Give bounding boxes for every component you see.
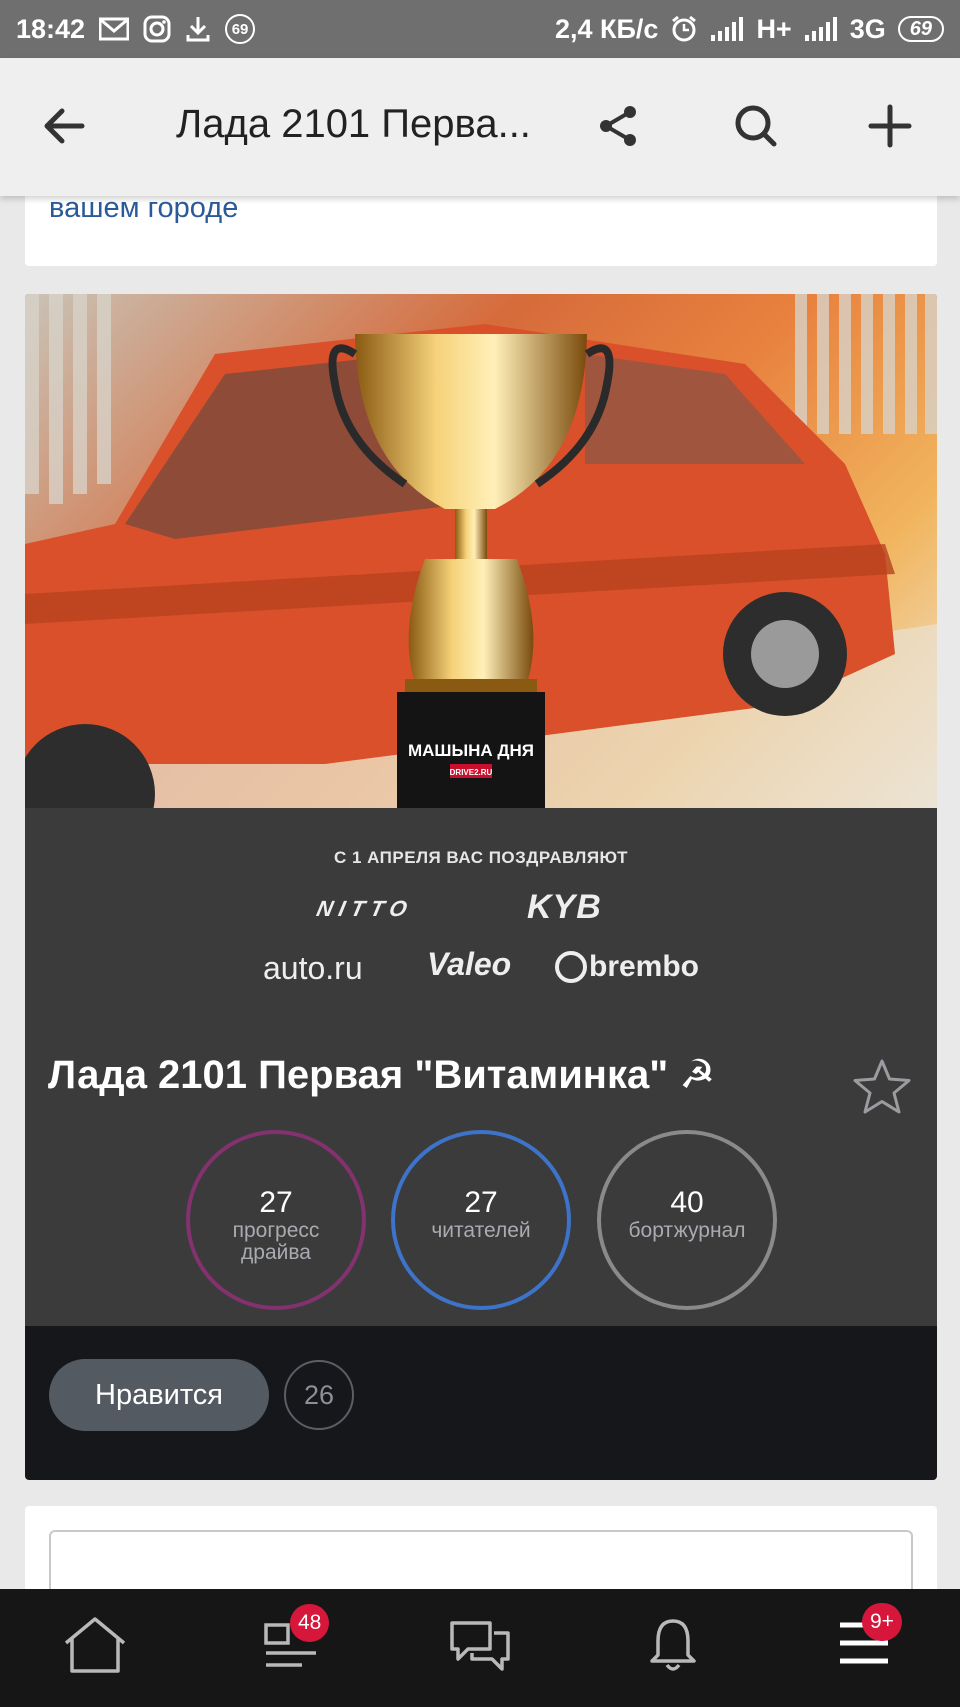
like-count: 26 xyxy=(284,1360,354,1430)
congrats-header: С 1 АПРЕЛЯ ВАС ПОЗДРАВЛЯЮТ xyxy=(333,848,629,867)
notification-count-icon: 69 xyxy=(225,14,256,44)
network-type-h: H+ xyxy=(756,13,792,44)
app-bar: Лада 2101 Перва... xyxy=(0,58,960,196)
home-icon[interactable] xyxy=(62,1615,128,1680)
nitto-logo[interactable]: NITTO xyxy=(314,896,415,922)
stat-label: прогресс драйва xyxy=(232,1219,320,1264)
signal-icon-2 xyxy=(804,17,838,41)
stat-value: 27 xyxy=(259,1186,293,1219)
readers-stat[interactable]: 27 читателей xyxy=(391,1130,571,1310)
logbook-stat[interactable]: 40 бортжурнал xyxy=(597,1130,777,1310)
trophy-site: DRIVE2.RU xyxy=(450,768,493,777)
city-link[interactable]: вашем городе xyxy=(49,192,238,225)
bottom-navigation: 48 9+ xyxy=(0,1589,960,1707)
stat-value: 27 xyxy=(464,1186,498,1219)
instagram-icon xyxy=(143,15,171,43)
network-type-3g: 3G xyxy=(849,13,886,44)
like-button[interactable]: Нравится xyxy=(49,1359,269,1431)
autoru-logo[interactable]: auto.ru xyxy=(263,950,363,987)
stat-label: читателей xyxy=(431,1219,531,1242)
alarm-icon xyxy=(670,15,698,43)
brembo-logo[interactable]: brembo xyxy=(555,950,699,984)
signal-icon xyxy=(710,17,744,41)
battery-icon: 69 xyxy=(897,16,944,42)
download-icon xyxy=(185,15,211,43)
mail-icon xyxy=(99,17,130,41)
car-photo-illustration: МАШЫНА ДНЯ DRIVE2.RU xyxy=(25,294,937,808)
search-icon[interactable] xyxy=(732,102,780,155)
back-arrow-icon[interactable] xyxy=(40,102,88,155)
status-bar: 18:42 69 2,4 КБ/с H+ 3G 69 xyxy=(0,0,960,58)
status-time: 18:42 xyxy=(16,13,86,44)
star-icon[interactable] xyxy=(852,1058,912,1121)
page-title: Лада 2101 Перва... xyxy=(176,102,531,146)
stat-value: 40 xyxy=(670,1186,704,1219)
messages-icon[interactable] xyxy=(448,1615,512,1680)
car-of-the-day-image[interactable]: МАШЫНА ДНЯ DRIVE2.RU xyxy=(25,294,937,808)
feed-badge: 48 xyxy=(290,1604,330,1642)
notifications-bell-icon[interactable] xyxy=(648,1615,698,1678)
page: 18:42 69 2,4 КБ/с H+ 3G 69 вашем городе … xyxy=(0,0,960,1707)
car-title: Лада 2101 Первая "Витаминка" ☭ xyxy=(48,1053,716,1097)
valeo-logo[interactable]: Valeo xyxy=(427,946,511,983)
stat-label: бортжурнал xyxy=(628,1219,746,1242)
kyb-logo[interactable]: KYB xyxy=(527,888,602,927)
drive-progress-stat[interactable]: 27 прогресс драйва xyxy=(186,1130,366,1310)
trophy-label: МАШЫНА ДНЯ xyxy=(408,741,534,760)
menu-badge: 9+ xyxy=(862,1603,902,1641)
brembo-ring-icon xyxy=(555,951,587,983)
share-icon[interactable] xyxy=(594,102,642,155)
add-icon[interactable] xyxy=(866,102,914,155)
brembo-label: brembo xyxy=(589,950,700,983)
network-speed: 2,4 КБ/с xyxy=(554,13,659,44)
